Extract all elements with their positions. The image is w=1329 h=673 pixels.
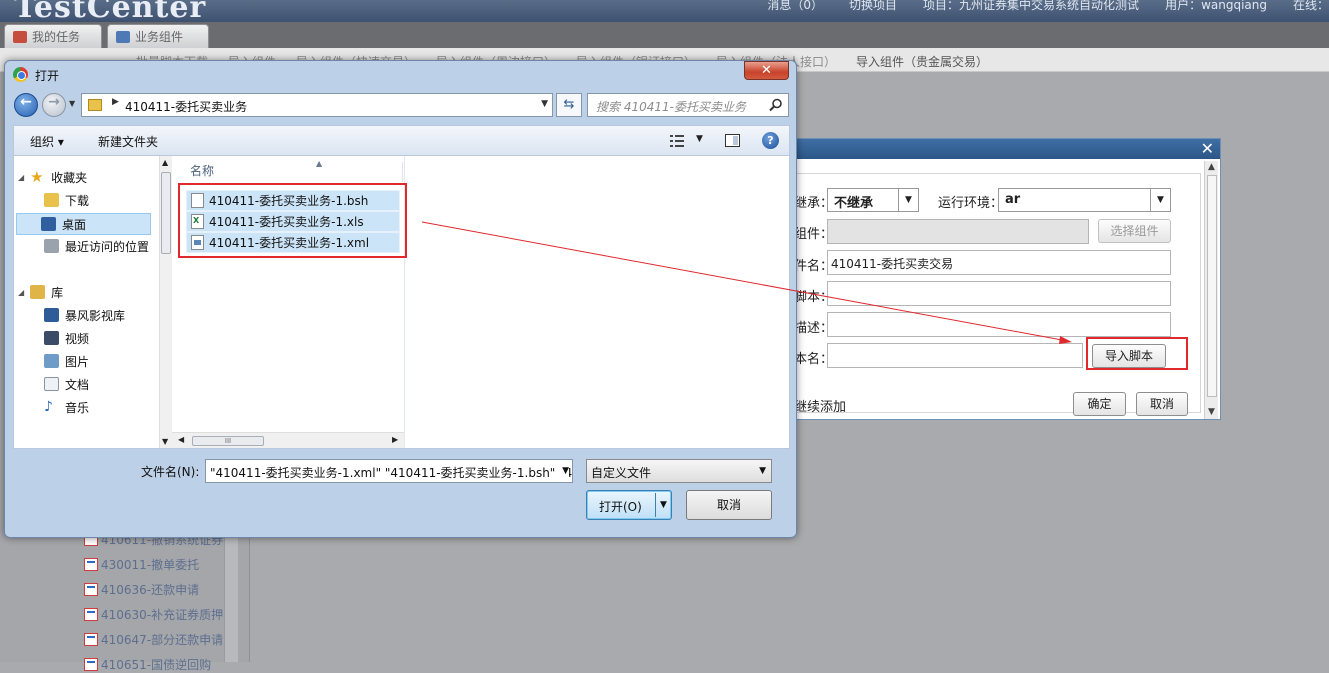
annotation-arrow-line bbox=[421, 221, 1063, 341]
arrowhead-icon bbox=[1059, 336, 1072, 344]
annotation-arrow bbox=[421, 221, 1072, 344]
